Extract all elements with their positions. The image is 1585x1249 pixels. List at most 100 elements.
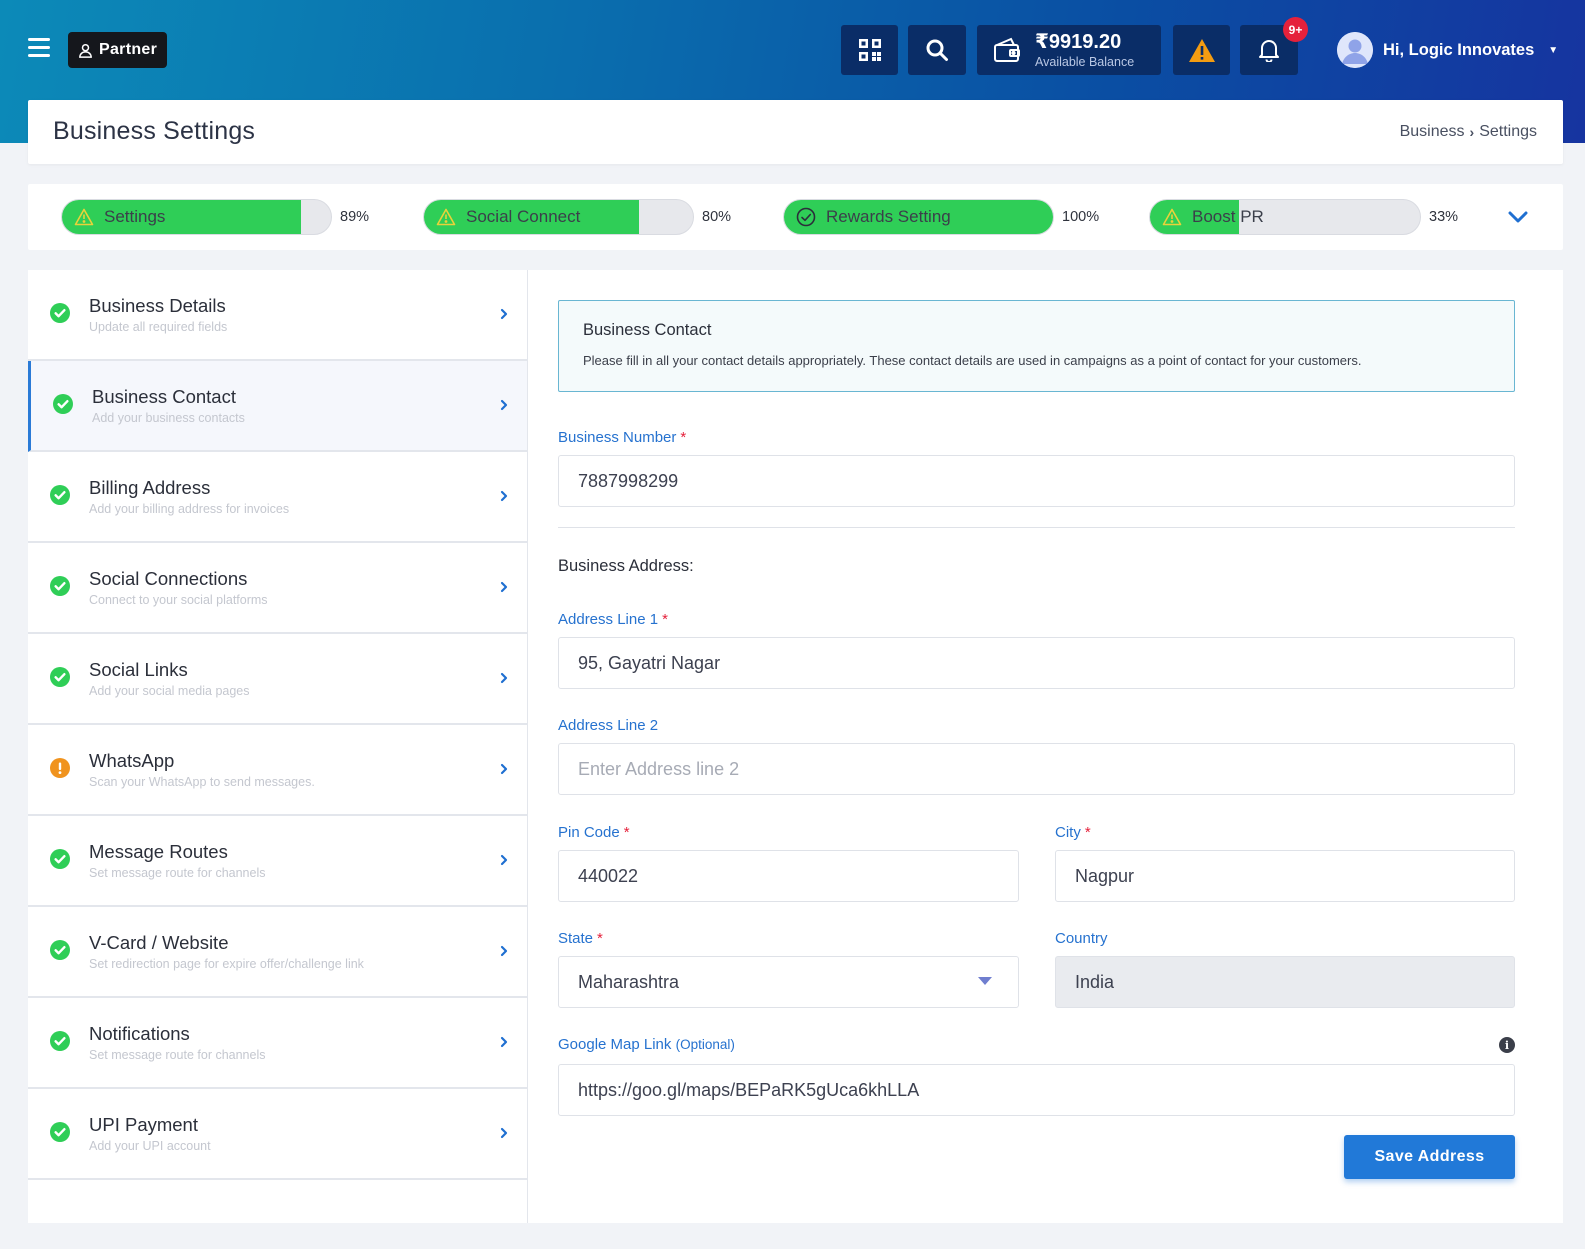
partner-badge[interactable]: Partner bbox=[68, 32, 168, 68]
sidebar-item-title: Billing Address bbox=[89, 477, 211, 498]
business-contact-form: Business Contact Please fill in all your… bbox=[558, 300, 1515, 1179]
sidebar-item-title: V-Card / Website bbox=[89, 932, 229, 953]
check-circle-icon bbox=[50, 576, 70, 596]
menu-icon[interactable] bbox=[28, 38, 50, 58]
sidebar-item-title: UPI Payment bbox=[89, 1114, 198, 1135]
check-circle-icon bbox=[50, 849, 70, 869]
notifications-button[interactable]: 9+ bbox=[1240, 17, 1308, 75]
check-circle-icon bbox=[50, 1031, 70, 1051]
sidebar-item-subtitle: Update all required fields bbox=[89, 320, 228, 334]
sidebar-item-title: WhatsApp bbox=[89, 750, 175, 771]
warning-outline-icon bbox=[74, 208, 94, 226]
progress-bar: Boost PR bbox=[1149, 199, 1421, 235]
pin-code-label: Pin Code * bbox=[558, 824, 630, 841]
city-input[interactable] bbox=[1055, 850, 1515, 902]
sidebar-item-subtitle: Add your business contacts bbox=[92, 411, 245, 425]
progress-bar: Rewards Setting bbox=[783, 199, 1054, 235]
save-address-button[interactable]: Save Address bbox=[1344, 1135, 1515, 1179]
divider bbox=[558, 527, 1515, 528]
avatar bbox=[1337, 32, 1373, 68]
chevron-right-icon bbox=[500, 490, 508, 502]
user-menu[interactable]: Hi, Logic Innovates ▼ bbox=[1337, 32, 1558, 68]
chevron-down-icon[interactable] bbox=[1505, 204, 1531, 230]
info-box: Business Contact Please fill in all your… bbox=[558, 300, 1515, 392]
sidebar-item-business-details[interactable]: Business Details Update all required fiel… bbox=[28, 270, 527, 361]
progress-rewards-setting[interactable]: Rewards Setting 100% bbox=[783, 199, 1099, 235]
exclamation-circle-icon bbox=[50, 758, 70, 778]
check-circle-icon bbox=[50, 940, 70, 960]
address-line2-label: Address Line 2 bbox=[558, 717, 659, 734]
check-circle-icon bbox=[50, 667, 70, 687]
qr-code-button[interactable] bbox=[841, 25, 898, 75]
chevron-right-icon bbox=[500, 1127, 508, 1139]
wallet-amount: ₹9919.20 bbox=[1035, 30, 1122, 53]
info-icon[interactable]: i bbox=[1499, 1037, 1515, 1053]
warning-outline-icon bbox=[1162, 208, 1182, 226]
sidebar-item-social-links[interactable]: Social Links Add your social media pages bbox=[28, 634, 527, 725]
progress-settings[interactable]: Settings 89% bbox=[61, 199, 369, 235]
business-number-label: Business Number * bbox=[558, 429, 687, 446]
chevron-right-icon bbox=[500, 672, 508, 684]
completion-progress-card: Settings 89% Social Connect 80% Rewards … bbox=[28, 184, 1563, 250]
address-line1-input[interactable] bbox=[558, 637, 1515, 689]
warning-outline-icon bbox=[436, 208, 456, 226]
sidebar-item-message-routes[interactable]: Message Routes Set message route for chan… bbox=[28, 816, 527, 907]
sidebar-item-title: Notifications bbox=[89, 1023, 190, 1044]
warning-icon bbox=[1188, 38, 1215, 62]
sidebar-item-title: Social Connections bbox=[89, 568, 248, 589]
chevron-right-icon bbox=[500, 581, 508, 593]
sidebar-item-v-card-website[interactable]: V-Card / Website Set redirection page for… bbox=[28, 907, 527, 998]
alerts-button[interactable] bbox=[1173, 25, 1230, 75]
progress-boost-pr[interactable]: Boost PR 33% bbox=[1149, 199, 1458, 235]
settings-main-card: Business Details Update all required fiel… bbox=[28, 270, 1563, 1223]
state-selected-value: Maharashtra bbox=[578, 971, 680, 992]
bell-icon bbox=[1259, 40, 1279, 62]
sidebar-item-social-connections[interactable]: Social Connections Connect to your social… bbox=[28, 543, 527, 634]
city-label: City * bbox=[1055, 824, 1091, 841]
sidebar-item-subtitle: Add your billing address for invoices bbox=[89, 502, 290, 516]
info-title: Business Contact bbox=[583, 321, 712, 339]
progress-label: Boost PR bbox=[1192, 207, 1264, 226]
address-line1-label: Address Line 1 * bbox=[558, 611, 668, 628]
progress-label: Social Connect bbox=[466, 207, 581, 226]
state-select[interactable]: Maharashtra bbox=[558, 956, 1019, 1008]
partner-label: Partner bbox=[99, 41, 158, 58]
dropdown-arrow-icon bbox=[978, 977, 992, 985]
check-circle-icon bbox=[50, 485, 70, 505]
breadcrumb-item-settings: Settings bbox=[1479, 123, 1537, 140]
progress-label: Rewards Setting bbox=[826, 207, 951, 226]
sidebar-item-upi-payment[interactable]: UPI Payment Add your UPI account bbox=[28, 1089, 527, 1180]
qr-code-icon bbox=[858, 39, 881, 61]
state-label: State * bbox=[558, 930, 603, 947]
sidebar-item-title: Business Details bbox=[89, 295, 226, 316]
sidebar-item-notifications[interactable]: Notifications Set message route for chann… bbox=[28, 998, 527, 1089]
progress-social-connect[interactable]: Social Connect 80% bbox=[423, 199, 731, 235]
search-icon bbox=[926, 39, 948, 61]
breadcrumb: Business › Settings bbox=[1400, 123, 1537, 141]
address-line2-input[interactable] bbox=[558, 743, 1515, 795]
business-number-input[interactable] bbox=[558, 455, 1515, 507]
google-map-link-input[interactable] bbox=[558, 1064, 1515, 1116]
sidebar-item-subtitle: Connect to your social platforms bbox=[89, 593, 268, 607]
check-circle-icon bbox=[50, 1122, 70, 1142]
sidebar-item-whatsapp[interactable]: WhatsApp Scan your WhatsApp to send messa… bbox=[28, 725, 527, 816]
progress-percent: 33% bbox=[1429, 209, 1459, 225]
progress-bar: Settings bbox=[61, 199, 332, 235]
search-button[interactable] bbox=[908, 25, 966, 75]
chevron-right-icon: › bbox=[1469, 124, 1475, 140]
wallet-balance-button[interactable]: ₹9919.20 Available Balance bbox=[977, 25, 1161, 75]
check-circle-icon bbox=[50, 303, 70, 323]
sidebar-item-subtitle: Scan your WhatsApp to send messages. bbox=[89, 775, 315, 789]
notification-badge: 9+ bbox=[1283, 17, 1308, 42]
google-map-link-label: Google Map Link (Optional) bbox=[558, 1036, 735, 1053]
sidebar-item-business-contact[interactable]: Business Contact Add your business contac… bbox=[28, 361, 527, 452]
info-text: Please fill in all your contact details … bbox=[583, 353, 1362, 368]
user-outline-icon bbox=[79, 43, 92, 58]
sidebar-item-billing-address[interactable]: Billing Address Add your billing address … bbox=[28, 452, 527, 543]
sidebar-item-subtitle: Set message route for channels bbox=[89, 866, 266, 880]
page-header-card: Business Settings Business › Settings bbox=[28, 100, 1563, 164]
breadcrumb-item-business[interactable]: Business bbox=[1400, 123, 1465, 141]
pin-code-input[interactable] bbox=[558, 850, 1019, 902]
chevron-right-icon bbox=[500, 763, 508, 775]
user-greeting: Hi, Logic Innovates bbox=[1383, 40, 1535, 59]
